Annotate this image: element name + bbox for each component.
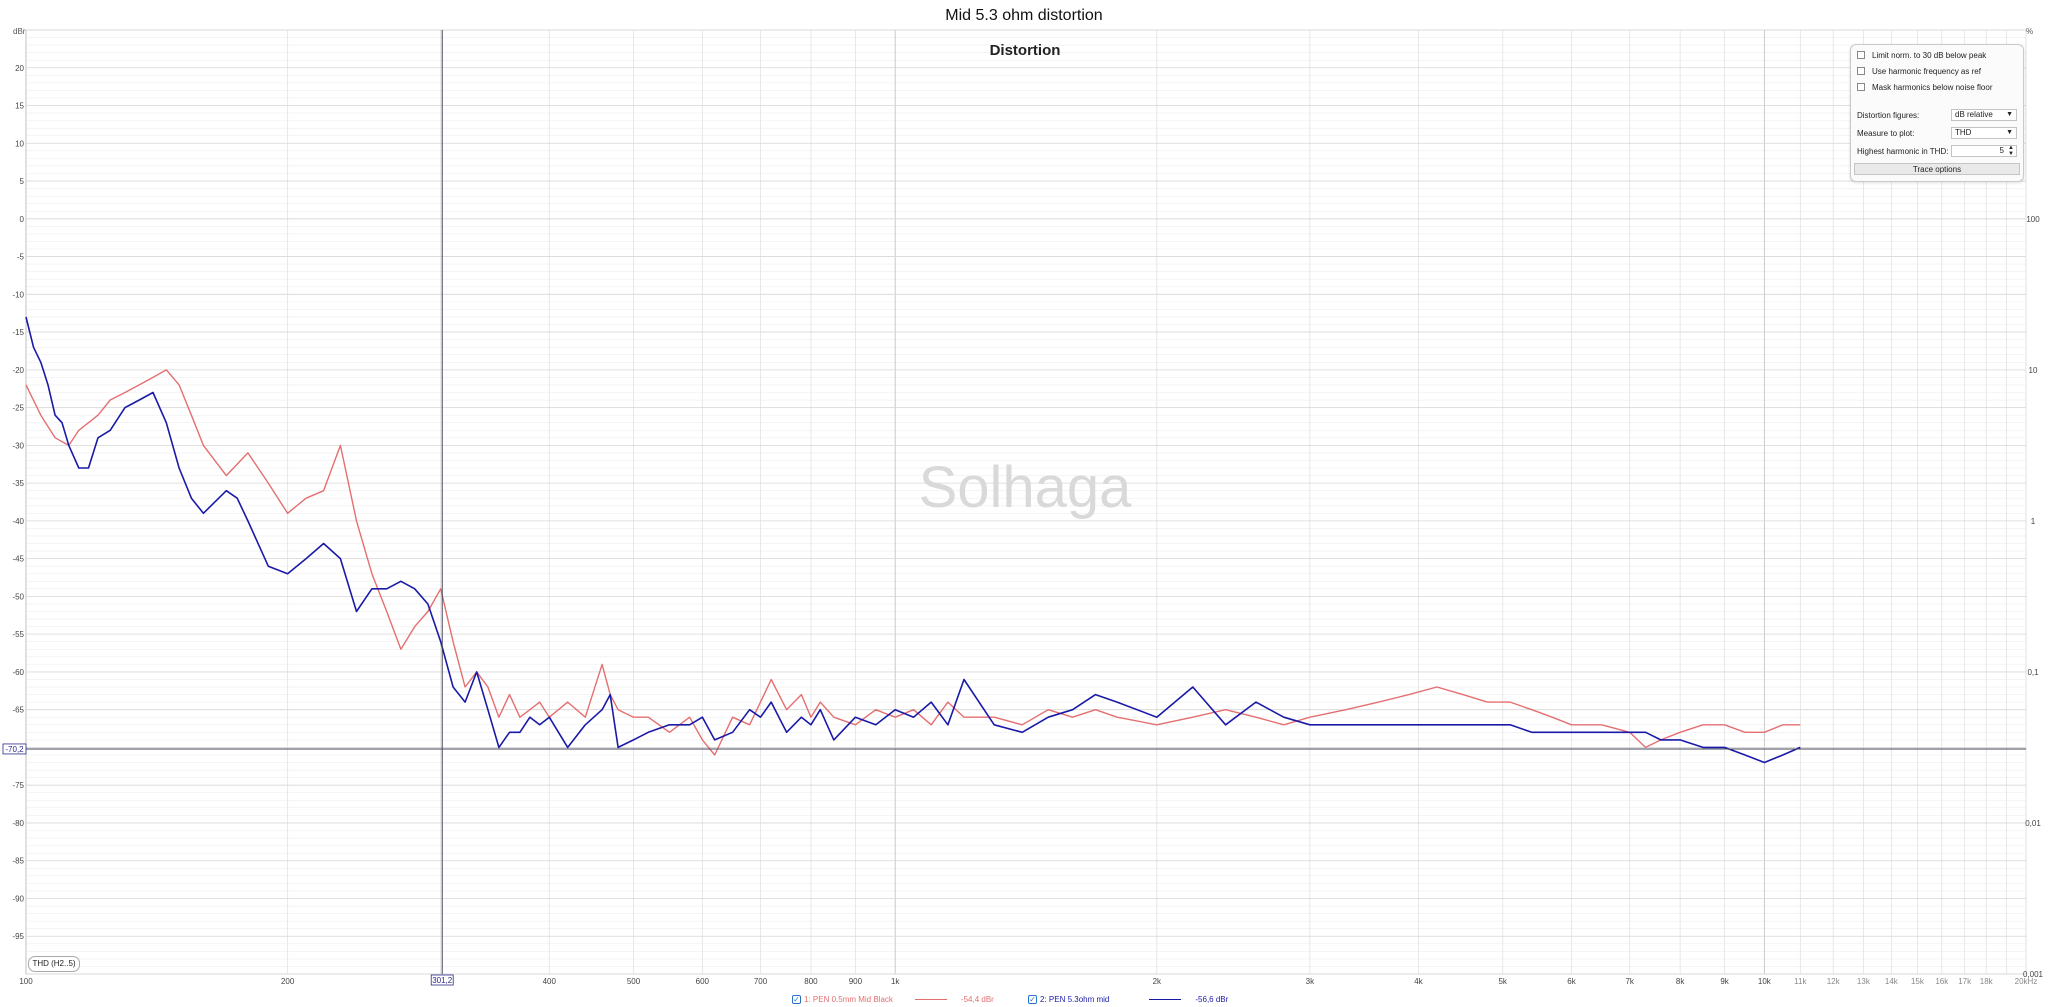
highest-harmonic-value: 5	[1999, 146, 2004, 155]
x-tick-label: 14k	[1885, 977, 1899, 986]
y-tick-label: -40	[12, 517, 24, 526]
x-tick-label: 1k	[891, 977, 900, 986]
series-2-checkbox[interactable]: ✓	[1028, 994, 1037, 1004]
x-tick-label: 6k	[1567, 977, 1576, 986]
y-axis-label: dBr	[13, 27, 26, 36]
mask-harmonics-checkbox[interactable]: Mask harmonics below noise floor	[1857, 81, 1993, 93]
y-tick-label: -50	[12, 592, 24, 601]
series-2-line	[25, 316, 1801, 764]
distortion-chart: Solhaga Mid 5.3 ohm distortion Distortio…	[2, 7, 2044, 986]
y-tick-label: -30	[12, 441, 24, 450]
series-1-checkbox[interactable]: ✓	[792, 994, 801, 1004]
x-tick-label: 8k	[1676, 977, 1685, 986]
chart-title: Mid 5.3 ohm distortion	[945, 7, 1102, 24]
y2-axis-label: %	[2026, 27, 2033, 36]
panel-title: Distortion	[990, 42, 1061, 59]
y-tick-label: -55	[12, 630, 24, 639]
x-tick-label: 400	[543, 977, 557, 986]
chevron-down-icon: ▼	[2006, 129, 2013, 136]
y2-tick-label: 10	[2029, 366, 2038, 375]
cursor-x-label: 301,2	[432, 976, 453, 985]
x-tick-label: 700	[754, 977, 768, 986]
trace-options-button[interactable]: Trace options	[1854, 163, 2020, 175]
x-tick-label: 5k	[1498, 977, 1507, 986]
y-tick-label: -25	[12, 404, 24, 413]
mask-harmonics-label: Mask harmonics below noise floor	[1872, 82, 1993, 92]
y-tick-label: -60	[12, 668, 24, 677]
series-1-swatch	[914, 998, 947, 1000]
measure-value: THD	[1955, 128, 1972, 137]
y-tick-label: -20	[12, 366, 24, 375]
x-tick-label: 4k	[1414, 977, 1423, 986]
y-tick-label: -95	[12, 932, 24, 941]
x-tick-label: 800	[804, 977, 818, 986]
distortion-figures-select[interactable]: dB relative ▼	[1951, 109, 2017, 121]
y-tick-label: -85	[12, 857, 24, 866]
x-tick-label: 500	[627, 977, 641, 986]
legend-series-2[interactable]: ✓ 2: PEN 5.3ohm mid -56,6 dBr	[1028, 992, 1228, 1006]
cursor-y-label: -70,2	[5, 745, 24, 754]
measure-select[interactable]: THD ▼	[1951, 127, 2017, 139]
y2-tick-label: 1	[2031, 517, 2036, 526]
checkbox-box[interactable]	[1857, 67, 1865, 75]
x-tick-label: 15k	[1911, 977, 1925, 986]
checkbox-box[interactable]	[1857, 51, 1865, 59]
y-tick-label: -90	[12, 894, 24, 903]
x-tick-label: 13k	[1857, 977, 1871, 986]
series-1-line	[25, 369, 1801, 756]
measure-label: Measure to plot:	[1857, 129, 1915, 138]
use-harmonic-ref-label: Use harmonic frequency as ref	[1872, 66, 1981, 76]
watermark: Solhaga	[919, 455, 1133, 520]
y-tick-label: 0	[20, 215, 25, 224]
x-tick-label: 20kHz	[2015, 977, 2038, 986]
spin-arrows-icon[interactable]: ▲ ▼	[2008, 145, 2014, 157]
x-tick-label: 10k	[1758, 977, 1772, 986]
y-tick-label: -80	[12, 819, 24, 828]
x-tick-label: 100	[19, 977, 33, 986]
y-tick-label: 20	[15, 64, 24, 73]
y-tick-label: 10	[15, 139, 24, 148]
measure-indicator-box[interactable]: THD (H2..5)	[28, 956, 80, 972]
x-tick-label: 12k	[1827, 977, 1841, 986]
y-tick-label: 15	[15, 102, 24, 111]
x-tick-label: 16k	[1935, 977, 1949, 986]
x-tick-label: 900	[849, 977, 863, 986]
series-2-swatch	[1149, 998, 1182, 1000]
x-tick-label: 2k	[1153, 977, 1162, 986]
x-tick-label: 3k	[1306, 977, 1315, 986]
y-tick-label: -65	[12, 706, 24, 715]
highest-harmonic-stepper[interactable]: 5 ▲ ▼	[1951, 145, 2017, 157]
x-tick-label: 11k	[1794, 977, 1807, 986]
x-tick-label: 600	[696, 977, 710, 986]
highest-harmonic-label: Highest harmonic in THD:	[1857, 147, 1949, 156]
y-tick-label: -45	[12, 555, 24, 564]
y-tick-label: 5	[20, 177, 25, 186]
limit-norm-label: Limit norm. to 30 dB below peak	[1872, 50, 1987, 60]
x-tick-label: 17k	[1958, 977, 1972, 986]
y-tick-label: -75	[12, 781, 24, 790]
x-tick-label: 7k	[1625, 977, 1634, 986]
y2-tick-label: 0,01	[2025, 819, 2041, 828]
y-tick-label: -10	[12, 290, 24, 299]
x-tick-label: 200	[281, 977, 295, 986]
use-harmonic-ref-checkbox[interactable]: Use harmonic frequency as ref	[1857, 65, 1981, 77]
series-2-value: -56,6 dBr	[1195, 994, 1229, 1004]
distortion-figures-value: dB relative	[1955, 110, 1993, 119]
distortion-controls-panel: Limit norm. to 30 dB below peak Use harm…	[1850, 44, 2024, 182]
series-1-value: -54,4 dBr	[960, 994, 994, 1004]
y2-tick-label: 100	[2026, 215, 2040, 224]
checkbox-box[interactable]	[1857, 83, 1865, 91]
legend-series-1[interactable]: ✓ 1: PEN 0.5mm Mid Black -54,4 dBr	[792, 992, 994, 1006]
y-tick-label: -5	[17, 253, 25, 262]
series-2-label: 2: PEN 5.3ohm mid	[1040, 994, 1110, 1004]
y-tick-label: -35	[12, 479, 24, 488]
series-1-label: 1: PEN 0.5mm Mid Black	[804, 994, 893, 1004]
y2-tick-label: 0,1	[2027, 668, 2039, 677]
x-tick-label: 18k	[1980, 977, 1994, 986]
limit-norm-checkbox[interactable]: Limit norm. to 30 dB below peak	[1857, 49, 1986, 61]
x-tick-label: 9k	[1720, 977, 1729, 986]
distortion-figures-label: Distortion figures:	[1857, 111, 1920, 120]
y-tick-label: -15	[12, 328, 24, 337]
chevron-down-icon: ▼	[2006, 111, 2013, 118]
